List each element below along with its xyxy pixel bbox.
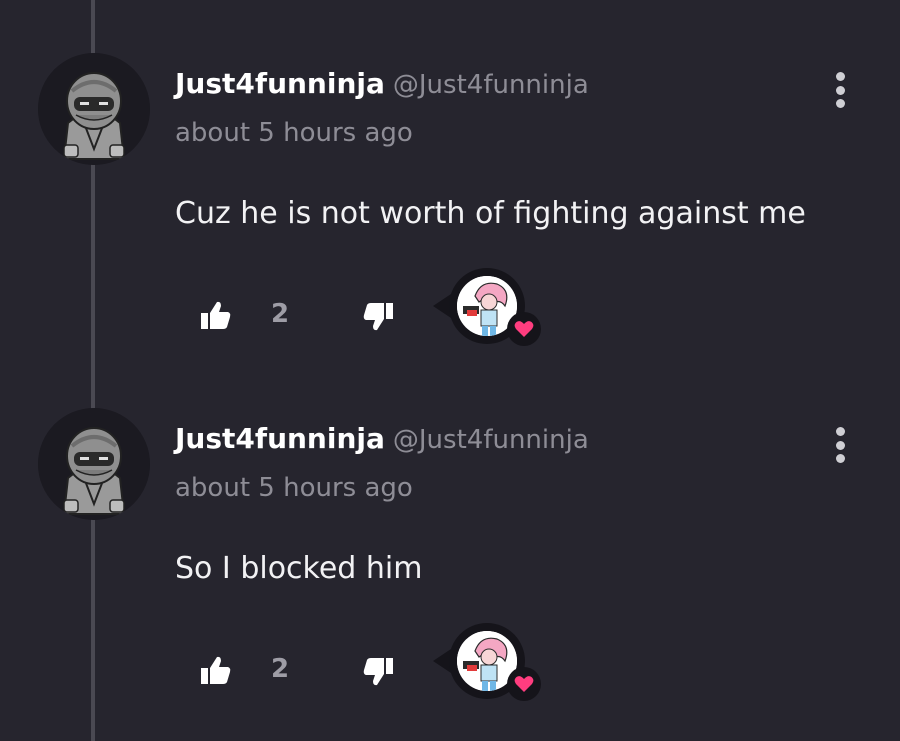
more-dot — [835, 454, 845, 463]
ninja-avatar-icon — [38, 408, 150, 520]
avatar[interactable] — [38, 408, 150, 520]
thumbs-down-icon — [363, 303, 393, 331]
username[interactable]: Just4funninja — [175, 422, 385, 455]
comment-timestamp: about 5 hours ago — [175, 118, 413, 148]
comment-author[interactable]: Just4funninja @Just4funninja — [175, 422, 589, 455]
comment-timestamp: about 5 hours ago — [175, 473, 413, 503]
avatar[interactable] — [38, 53, 150, 165]
user-handle[interactable]: @Just4funninja — [393, 70, 589, 100]
heart-badge — [507, 312, 541, 346]
heart-icon — [514, 676, 534, 692]
like-button[interactable] — [195, 296, 235, 336]
more-vertical-icon — [835, 72, 845, 81]
dislike-button[interactable] — [359, 651, 399, 691]
creator-heart-reaction[interactable] — [433, 268, 543, 358]
dislike-button[interactable] — [359, 296, 399, 336]
comment-text: Cuz he is not worth of fighting against … — [175, 196, 806, 231]
comment-author[interactable]: Just4funninja @Just4funninja — [175, 67, 589, 100]
thumbs-up-icon — [201, 301, 231, 329]
like-button[interactable] — [195, 651, 235, 691]
user-handle[interactable]: @Just4funninja — [393, 425, 589, 455]
like-count: 2 — [271, 654, 290, 684]
more-dot — [835, 99, 845, 108]
more-options-button[interactable] — [826, 423, 854, 467]
heart-badge — [507, 667, 541, 701]
comment-text: So I blocked him — [175, 551, 423, 586]
ninja-avatar-icon — [38, 53, 150, 165]
like-count: 2 — [271, 299, 290, 329]
more-dot — [835, 440, 845, 450]
creator-heart-reaction[interactable] — [433, 623, 543, 713]
more-dot — [835, 85, 845, 95]
username[interactable]: Just4funninja — [175, 67, 385, 100]
thumbs-down-icon — [363, 658, 393, 686]
more-vertical-icon — [835, 427, 845, 436]
more-options-button[interactable] — [826, 68, 854, 112]
heart-icon — [514, 321, 534, 337]
thumbs-up-icon — [201, 656, 231, 684]
